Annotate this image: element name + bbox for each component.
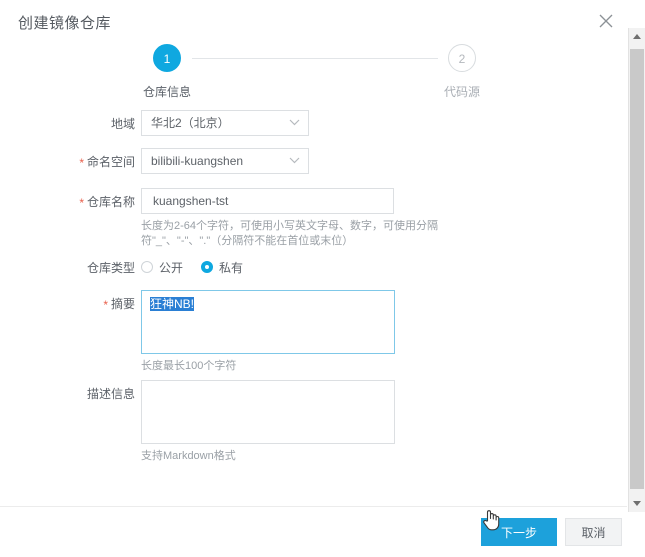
- namespace-select[interactable]: bilibili-kuangshen: [141, 148, 309, 174]
- chevron-down-icon: [289, 119, 300, 126]
- description-textarea[interactable]: [141, 380, 395, 444]
- radio-private-dot: [201, 261, 214, 273]
- repo-name-helper-text: 长度为2-64个字符，可使用小写英文字母、数字，可使用分隔符"_"、"-"、".…: [141, 220, 439, 247]
- radio-public[interactable]: 公开: [141, 259, 183, 276]
- label-repo-name: * 仓库名称: [40, 194, 135, 210]
- label-repo-name-text: 仓库名称: [86, 195, 135, 209]
- cancel-button[interactable]: 取消: [565, 518, 622, 546]
- required-asterisk: *: [79, 196, 84, 210]
- vertical-scrollbar[interactable]: [628, 28, 645, 512]
- screenshot-viewport: 创建镜像仓库 1 仓库信息 2 代码源 地域 华北2（北京） * 命名空间 bi…: [0, 0, 645, 557]
- namespace-select-value: bilibili-kuangshen: [151, 154, 244, 168]
- label-description: 描述信息: [40, 386, 135, 402]
- dialog-footer: 下一步 取消: [0, 506, 628, 557]
- repository-form: 地域 华北2（北京） * 命名空间 bilibili-kuangshen * 仓…: [0, 110, 628, 470]
- form-row-repo-name: *仓库名称 长度为2-64个字符，可使用小写英文字母、数字，可使用分隔符"_"、…: [0, 188, 628, 257]
- required-asterisk: *: [79, 156, 84, 170]
- description-helper-text: 支持Markdown格式: [141, 450, 236, 462]
- step-2-label: 代码源: [443, 85, 480, 99]
- radio-public-dot: [141, 261, 153, 273]
- form-row-region: 地域 华北2（北京）: [0, 110, 628, 148]
- region-select-value: 华北2（北京）: [151, 116, 230, 130]
- repo-type-radio-group: 公开 私有: [141, 257, 261, 277]
- label-summary: * 摘要: [40, 296, 135, 312]
- scroll-up-arrow-icon[interactable]: [629, 28, 645, 45]
- scroll-down-arrow-icon[interactable]: [629, 495, 645, 512]
- summary-textarea[interactable]: [141, 290, 395, 354]
- radio-private-label: 私有: [219, 260, 244, 275]
- close-icon[interactable]: [596, 11, 616, 31]
- next-step-button[interactable]: 下一步: [481, 518, 557, 546]
- label-region: 地域: [40, 116, 135, 132]
- form-row-namespace: * 命名空间 bilibili-kuangshen: [0, 148, 628, 188]
- label-description-text: 描述信息: [86, 387, 135, 401]
- label-repo-type: 仓库类型: [40, 260, 135, 276]
- step-indicator: 1 仓库信息 2 代码源: [0, 44, 628, 106]
- form-row-summary: * 摘要 狂神NB! 长度最长100个字符: [0, 290, 628, 380]
- repo-name-input[interactable]: [141, 188, 394, 214]
- create-image-repository-dialog: 创建镜像仓库 1 仓库信息 2 代码源 地域 华北2（北京） * 命名空间 bi…: [0, 0, 628, 557]
- step-1-circle: 1: [153, 44, 181, 72]
- required-asterisk: *: [103, 298, 108, 312]
- chevron-down-icon: [289, 157, 300, 164]
- step-repository-info[interactable]: 1 仓库信息: [107, 44, 227, 100]
- summary-helper-text: 长度最长100个字符: [141, 360, 237, 372]
- label-repo-type-text: 仓库类型: [86, 261, 135, 275]
- scrollbar-thumb[interactable]: [630, 49, 644, 489]
- step-code-source[interactable]: 2 代码源: [402, 44, 522, 100]
- radio-public-label: 公开: [159, 260, 184, 275]
- label-summary-text: 摘要: [110, 297, 135, 311]
- label-namespace-text: 命名空间: [86, 155, 135, 169]
- label-region-text: 地域: [110, 117, 135, 131]
- form-row-description: 描述信息 支持Markdown格式: [0, 380, 628, 470]
- label-namespace: * 命名空间: [40, 154, 135, 170]
- form-row-repo-type: 仓库类型 公开 私有: [0, 257, 628, 290]
- page-title: 创建镜像仓库: [18, 15, 112, 32]
- radio-private[interactable]: 私有: [201, 259, 243, 276]
- region-select[interactable]: 华北2（北京）: [141, 110, 309, 136]
- step-1-label: 仓库信息: [142, 85, 191, 99]
- step-2-circle: 2: [448, 44, 476, 72]
